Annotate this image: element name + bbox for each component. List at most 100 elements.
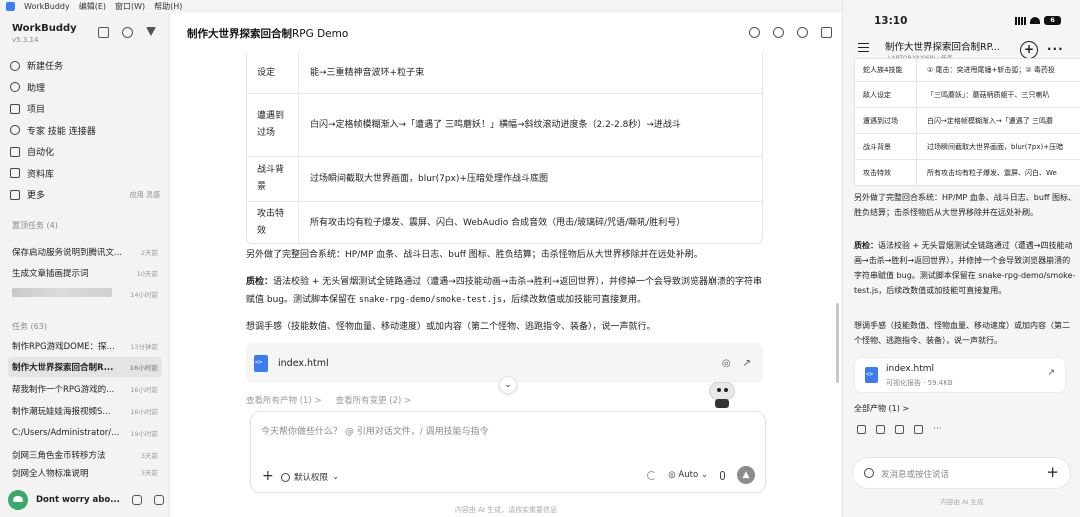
task-time: 13分钟前	[130, 343, 158, 351]
table-row: 蛇人族4技能 ① 尾击：突进甩尾锤+斩击弧；② 毒药投	[855, 59, 1080, 81]
permission-label: 默认权限	[294, 473, 329, 483]
voice-icon[interactable]	[864, 468, 874, 478]
table-value: 白闪→定格帧模糊渐入→「遭遇了 三鸣蘑妖！」横幅→斜纹滚动进度条（2.2-2.8…	[310, 120, 681, 130]
table-key: 遭遇到过场	[855, 108, 917, 133]
pinned-task-item[interactable]: 保存启动服务说明到腾讯文... 2天前	[8, 242, 162, 262]
table-key: 战斗背景	[855, 134, 917, 159]
mobile-file-card[interactable]: index.html 可视化报告 · 59.4KB ↗	[854, 357, 1066, 393]
open-external-icon[interactable]: ↗	[1047, 368, 1055, 378]
scrollbar[interactable]	[836, 303, 839, 383]
task-item[interactable]: 剑网三角色金币转移方法 3天前	[8, 445, 162, 465]
task-time: 14小时前	[130, 291, 158, 299]
mobile-input[interactable]: 发消息或按住说话 +	[852, 457, 1071, 489]
task-item[interactable]: 制作潮玩娃娃海报视频S... 16小时前	[8, 401, 162, 421]
menu-window[interactable]: 窗口(W)	[115, 0, 145, 13]
task-time: 2天前	[140, 249, 158, 257]
main-panel: 制作大世界探索回合制RPG Demo 设定 能→三重精神音波环+粒子束 遭遇到过场…	[170, 13, 842, 517]
status-bar: 13:10 6	[843, 0, 1080, 34]
table-row: 敌人设定 「三鸣蘑妖」：蘑菇柄质躯干、三只喇叭	[855, 81, 1080, 107]
task-time: 19小时前	[130, 430, 158, 438]
task-title: 生成文章插画提示词	[12, 269, 89, 279]
bell-icon[interactable]	[132, 495, 142, 505]
nav-more-extra: 应用 灵感	[129, 190, 160, 199]
menu-app-name[interactable]: WorkBuddy	[24, 0, 70, 13]
task-item[interactable]: 剑网全人物标准说明 3天前	[8, 467, 162, 481]
panel-toggle-icon[interactable]	[821, 27, 832, 38]
permission-select[interactable]: 默认权限 ⌄	[281, 471, 339, 483]
menu-icon[interactable]	[858, 43, 869, 52]
book-icon	[10, 168, 20, 179]
history-icon[interactable]	[797, 27, 808, 38]
pinned-task-item[interactable]: 14小时前	[8, 284, 162, 304]
share-icon[interactable]	[773, 27, 784, 38]
search-icon[interactable]	[749, 27, 760, 38]
nav-new-task[interactable]: 新建任务	[10, 55, 160, 77]
model-select[interactable]: ◎ Auto ⌄	[668, 470, 708, 480]
nav-automation[interactable]: 自动化	[10, 141, 160, 163]
all-outputs-link[interactable]: 全部产物 (1) >	[854, 403, 909, 414]
share-icon[interactable]	[914, 425, 923, 434]
view-changes-link[interactable]: 查看所有变更 (2) >	[336, 394, 412, 406]
version-label: v5.3.14	[12, 36, 39, 44]
avatar[interactable]	[8, 490, 28, 510]
main-header: 制作大世界探索回合制RPG Demo	[170, 13, 842, 53]
nav-projects[interactable]: 项目	[10, 98, 160, 120]
mobile-input-placeholder: 发消息或按住说话	[881, 470, 950, 480]
task-title: 制作大世界探索回合制R...	[12, 363, 114, 373]
more-icon[interactable]: ···	[1047, 42, 1064, 56]
message-actions: ···	[857, 425, 942, 434]
qa-label: 质检：	[854, 241, 878, 250]
nav-label: 资料库	[27, 169, 55, 180]
summary-table: 设定 能→三重精神音波环+粒子束 遭遇到过场 白闪→定格帧模糊渐入→「遭遇了 三鸣蘑…	[246, 53, 763, 244]
table-row: 战斗背景 过场瞬间截取大世界画面，blur(7px)+压暗处理作战斗底图	[247, 156, 762, 201]
nav-library[interactable]: 资料库	[10, 163, 160, 185]
blurred-title	[12, 288, 112, 297]
shield-icon	[281, 472, 290, 482]
task-item-active[interactable]: 制作大世界探索回合制R... 16小时前	[8, 357, 162, 377]
mobile-qa-paragraph: 质检：语法校验 + 无头冒烟测试全链路通过（遭遇→四技能动画→击杀→胜利→返回世…	[854, 238, 1076, 298]
menu-edit[interactable]: 编辑(E)	[79, 0, 106, 13]
user-bar: Dont worry abo...	[8, 489, 164, 511]
new-chat-button[interactable]: +	[1020, 41, 1038, 59]
globe-icon[interactable]: ◎	[722, 358, 731, 369]
menu-help[interactable]: 帮助(H)	[154, 0, 182, 13]
grid-icon	[10, 189, 20, 200]
pinned-task-item[interactable]: 生成文章插画提示词 10天前	[8, 263, 162, 283]
open-external-icon[interactable]: ↗	[743, 358, 751, 369]
add-attachment-button[interactable]: +	[262, 468, 274, 484]
filter-icon[interactable]	[146, 27, 156, 36]
thumbs-down-icon[interactable]	[895, 425, 904, 434]
battery-icon: 6	[1044, 16, 1061, 25]
nav-experts[interactable]: 专家 技能 连接器	[10, 120, 160, 142]
signal-icon	[1015, 16, 1026, 25]
task-time: 16小时前	[129, 364, 158, 372]
copy-icon[interactable]	[857, 425, 866, 434]
more-icon[interactable]: ···	[933, 425, 942, 434]
thumbs-up-icon[interactable]	[876, 425, 885, 434]
task-time: 16小时前	[130, 408, 158, 416]
microphone-icon[interactable]	[720, 470, 725, 480]
nav-assistant[interactable]: 助理	[10, 77, 160, 99]
table-row: 战斗背景 过场瞬间截取大世界画面，blur(7px)+压暗	[855, 133, 1080, 159]
search-icon[interactable]	[122, 27, 133, 38]
ai-disclaimer: 内容由 AI 生成，请核实重要信息	[454, 506, 558, 514]
pinned-title: 置顶任务 (4)	[12, 221, 58, 230]
task-item[interactable]: 帮我制作一个RPG游戏的... 16小时前	[8, 379, 162, 399]
composer-input[interactable]: 今天帮你做些什么？ @ 引用对话文件，/ 调用技能与指令	[261, 424, 489, 437]
message-icon[interactable]	[154, 495, 164, 505]
nav-more[interactable]: 更多 应用 灵感	[10, 184, 160, 206]
task-title: 剑网全人物标准说明	[12, 469, 89, 479]
toggle-sidebar-icon[interactable]	[98, 27, 109, 38]
task-title: 保存启动服务说明到腾讯文...	[12, 248, 123, 258]
followup-paragraph: 想调手感（技能数值、怪物血量、移动速度）或加内容（第二个怪物、逃跑指令、装备），…	[246, 322, 656, 332]
output-links: 查看所有产物 (1) > 查看所有变更 (2) >	[246, 394, 411, 406]
send-button[interactable]: ▲	[737, 466, 755, 484]
html-file-icon	[254, 354, 268, 372]
add-button[interactable]: +	[1046, 463, 1059, 481]
view-outputs-link[interactable]: 查看所有产物 (1) >	[246, 394, 322, 406]
task-item[interactable]: 制作RPG游戏DOME：探... 13分钟前	[8, 336, 162, 356]
reply-paragraph: 另外做了完整回合系统：HP/MP 血条、战斗日志、buff 图标、胜负结算；击杀…	[246, 250, 703, 260]
scroll-down-button[interactable]: ⌄	[499, 376, 517, 394]
task-item[interactable]: C:/Users/Administrator/... 19小时前	[8, 423, 162, 443]
user-name[interactable]: Dont worry abo...	[36, 495, 120, 505]
